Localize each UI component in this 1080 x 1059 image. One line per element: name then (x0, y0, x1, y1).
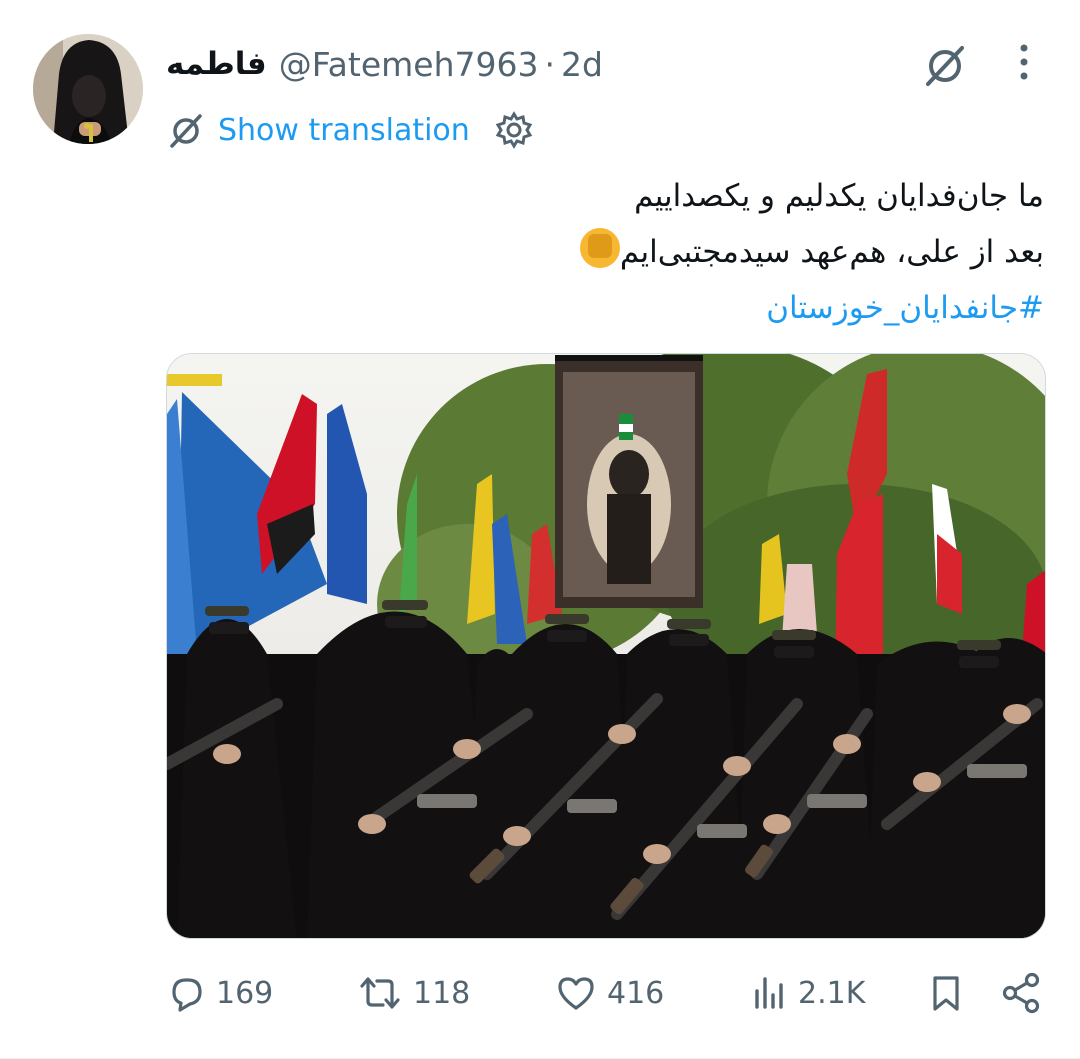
retweet-button[interactable]: 118 (357, 968, 470, 1018)
tweet-text-line-2-text: بعد از علی، هم‌عهد سیدمجتبی‌ایم (619, 234, 1044, 270)
timestamp[interactable]: 2d (561, 45, 603, 84)
retweet-count: 118 (413, 975, 471, 1011)
tweet-actions: 169 118 416 2.1K (0, 968, 1080, 1018)
no-translate-icon[interactable] (920, 40, 970, 94)
avatar[interactable] (33, 34, 143, 144)
avatar-image (33, 34, 143, 144)
share-button[interactable] (1000, 968, 1044, 1018)
reply-icon (166, 973, 206, 1013)
tweet: فاطمه @Fatemeh7963 · 2d Show translation (0, 0, 1080, 1059)
heart-icon (555, 973, 597, 1013)
tweet-photo[interactable] (166, 353, 1046, 939)
tweet-text-line-2: بعد از علی، هم‌عهد سیدمجتبی‌ایم (164, 224, 1044, 280)
retweet-icon (357, 973, 403, 1013)
views-icon (752, 973, 788, 1013)
view-count: 2.1K (798, 975, 866, 1011)
like-count: 416 (607, 975, 665, 1011)
photo-rally-scene (167, 354, 1045, 938)
gear-icon[interactable] (494, 110, 534, 150)
tweet-header: فاطمه @Fatemeh7963 · 2d (166, 40, 603, 88)
views-button[interactable]: 2.1K (752, 968, 865, 1018)
bookmark-button[interactable] (928, 968, 964, 1018)
raised-fist-emoji (579, 228, 620, 268)
show-translation-row: Show translation (166, 108, 534, 152)
user-handle[interactable]: @Fatemeh7963 (279, 45, 539, 84)
tweet-text-line-1: ما جان‌فدایان یکدلیم و یکصداییم (634, 178, 1044, 214)
tweet-text: ما جان‌فدایان یکدلیم و یکصداییم بعد از ع… (164, 168, 1044, 336)
show-translation-link[interactable]: Show translation (218, 113, 470, 148)
bookmark-icon (928, 973, 964, 1013)
no-translate-icon (166, 110, 206, 150)
separator-dot: · (544, 44, 556, 84)
more-icon[interactable] (1004, 42, 1044, 90)
hashtag-link[interactable]: #جانفدایان_خوزستان (164, 280, 1044, 336)
reply-button[interactable]: 169 (166, 968, 273, 1018)
share-icon (1000, 971, 1044, 1015)
display-name[interactable]: فاطمه (166, 46, 267, 82)
like-button[interactable]: 416 (555, 968, 664, 1018)
reply-count: 169 (216, 975, 274, 1011)
